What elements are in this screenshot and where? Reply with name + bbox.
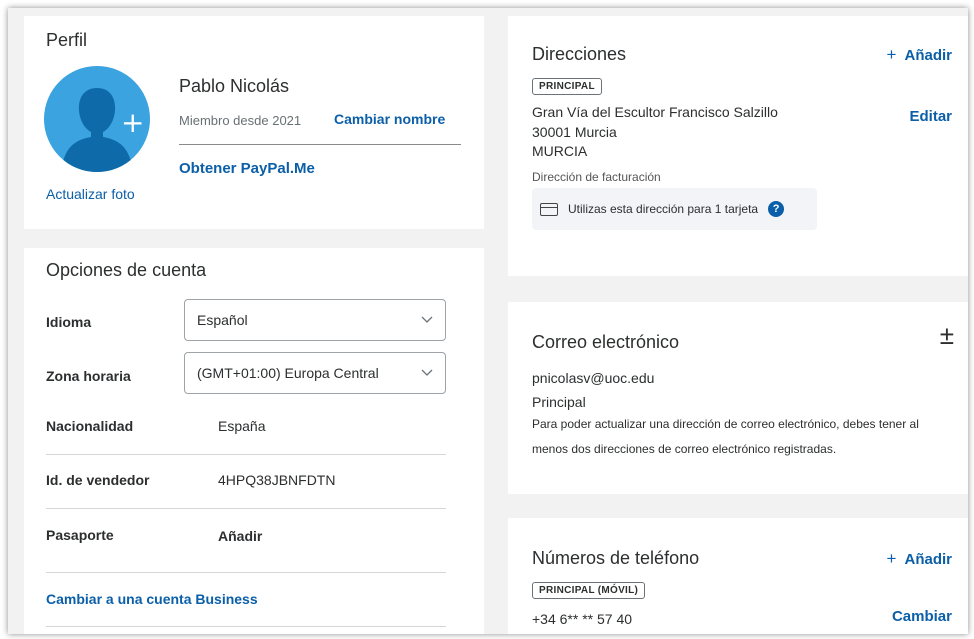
profile-name: Pablo Nicolás — [179, 76, 290, 96]
nationality-label: Nacionalidad — [46, 418, 134, 434]
avatar[interactable]: + — [44, 66, 150, 172]
account-options-card: Opciones de cuenta Idioma Español Zona h… — [24, 248, 484, 634]
phones-card: Números de teléfono + Añadir PRINCIPAL (M… — [508, 518, 968, 634]
card-usage-text: Utilizas esta dirección para 1 tarjeta — [568, 202, 759, 216]
add-address-label: Añadir — [904, 47, 952, 64]
seller-id-value: 4HPQ38JBNFDTN — [218, 472, 336, 488]
row-divider — [46, 454, 446, 455]
member-since: Miembro desde 2021 — [179, 113, 302, 128]
add-phone-label: Añadir — [904, 551, 952, 568]
phones-title: Números de teléfono — [532, 548, 700, 568]
plus-icon: + — [886, 45, 897, 64]
timezone-select[interactable]: (GMT+01:00) Europa Central — [184, 352, 446, 394]
email-address: pnicolasv@uoc.edu — [532, 370, 655, 386]
addresses-title: Direcciones — [532, 44, 627, 64]
email-card: Correo electrónico ± pnicolasv@uoc.edu P… — [508, 302, 968, 494]
update-photo-link[interactable]: Actualizar foto — [46, 186, 135, 202]
timezone-label: Zona horaria — [46, 368, 131, 384]
chevron-down-icon — [421, 369, 433, 376]
row-divider — [46, 508, 446, 509]
language-value: Español — [197, 312, 248, 328]
address-line-3: MURCIA — [532, 143, 588, 159]
principal-badge: PRINCIPAL — [532, 78, 602, 95]
timezone-value: (GMT+01:00) Europa Central — [197, 365, 379, 381]
card-usage-info: Utilizas esta dirección para 1 tarjeta ? — [532, 188, 817, 230]
add-phone-button[interactable]: + Añadir — [887, 549, 952, 569]
business-account-link[interactable]: Cambiar a una cuenta Business — [46, 591, 258, 607]
address-line-1: Gran Vía del Escultor Francisco Salzillo — [532, 104, 778, 120]
profile-title: Perfil — [46, 30, 88, 50]
chevron-down-icon — [421, 316, 433, 323]
paypal-me-link[interactable]: Obtener PayPal.Me — [179, 160, 315, 177]
passport-add-link[interactable]: Añadir — [218, 528, 262, 544]
row-divider — [46, 626, 446, 627]
row-divider — [46, 572, 446, 573]
change-name-link[interactable]: Cambiar nombre — [334, 111, 445, 127]
billing-label: Dirección de facturación — [532, 170, 661, 184]
seller-id-label: Id. de vendedor — [46, 472, 150, 488]
email-status: Principal — [532, 394, 586, 410]
language-select[interactable]: Español — [184, 299, 446, 341]
email-title: Correo electrónico — [532, 332, 680, 352]
profile-card: Perfil + Actualizar foto Pablo Nicolás M… — [24, 16, 484, 229]
nationality-value: España — [218, 418, 266, 434]
app-frame: Perfil + Actualizar foto Pablo Nicolás M… — [8, 8, 968, 634]
plus-minus-icon[interactable]: ± — [940, 320, 954, 351]
change-phone-link[interactable]: Cambiar — [892, 608, 952, 625]
email-note: Para poder actualizar una dirección de c… — [532, 417, 919, 456]
account-options-title: Opciones de cuenta — [46, 260, 207, 280]
plus-icon: + — [121, 106, 144, 139]
help-icon[interactable]: ? — [768, 201, 785, 217]
addresses-card: Direcciones + Añadir PRINCIPAL Gran Vía d… — [508, 16, 968, 276]
language-label: Idioma — [46, 314, 92, 330]
edit-address-link[interactable]: Editar — [909, 108, 952, 125]
profile-divider — [179, 144, 461, 145]
plus-icon: + — [886, 549, 897, 568]
address-line-2: 30001 Murcia — [532, 124, 617, 140]
principal-mobile-badge: PRINCIPAL (MÓVIL) — [532, 582, 646, 599]
credit-card-icon — [540, 202, 558, 216]
avatar-icon: + — [61, 88, 144, 172]
passport-label: Pasaporte — [46, 527, 114, 543]
phone-number: +34 6** ** 57 40 — [532, 611, 633, 627]
add-address-button[interactable]: + Añadir — [887, 45, 952, 65]
